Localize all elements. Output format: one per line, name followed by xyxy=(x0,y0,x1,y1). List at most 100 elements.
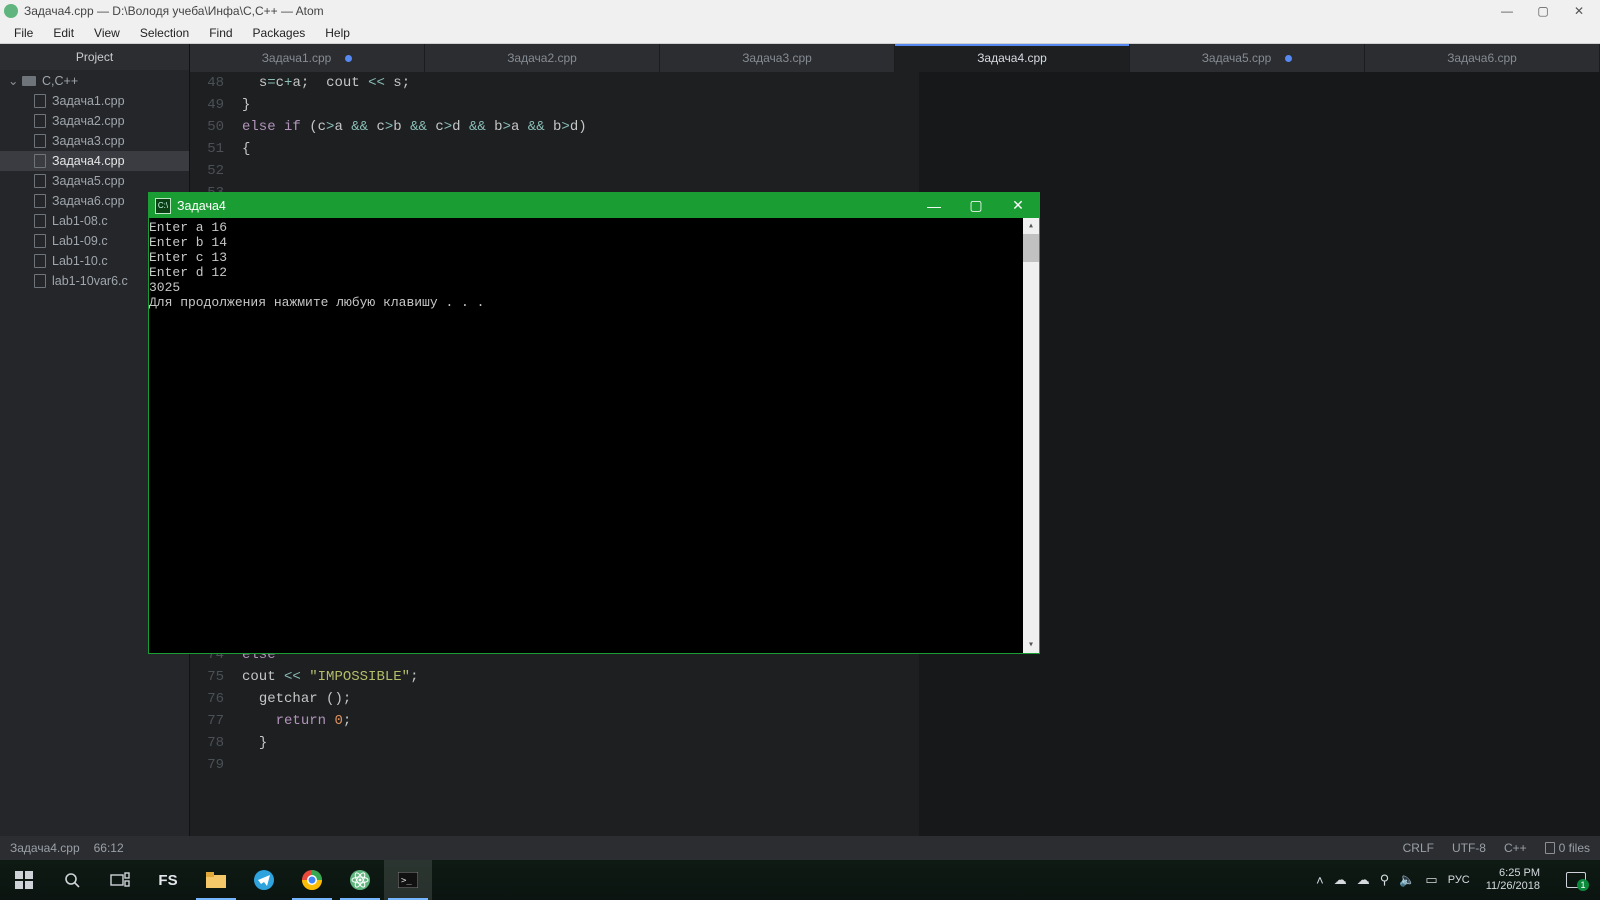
tree-file-label: Lab1-10.c xyxy=(52,254,108,268)
console-output[interactable]: Enter a 16 Enter b 14 Enter c 13 Enter d… xyxy=(149,218,1023,653)
taskbar-app-cmd[interactable]: >_ xyxy=(384,860,432,900)
taskview-button[interactable] xyxy=(96,860,144,900)
code-line xyxy=(242,754,1600,776)
scroll-thumb[interactable] xyxy=(1023,234,1039,262)
menu-selection[interactable]: Selection xyxy=(130,24,199,42)
tray-battery-icon[interactable]: ▭ xyxy=(1425,872,1437,888)
menu-file[interactable]: File xyxy=(4,24,43,42)
line-number: 76 xyxy=(190,688,224,710)
atom-logo-icon xyxy=(4,4,18,18)
code-line: getchar (); xyxy=(242,688,1600,710)
file-icon xyxy=(34,194,46,208)
code-line: } xyxy=(242,732,1600,754)
tray-chevron-up-icon[interactable]: ˄ xyxy=(1316,873,1324,888)
tray-onedrive-icon[interactable]: ☁ xyxy=(1357,872,1370,888)
tree-file-label: Задача1.cpp xyxy=(52,94,125,108)
console-titlebar[interactable]: C:\ Задача4 — ▢ ✕ xyxy=(149,193,1039,218)
close-button[interactable]: ✕ xyxy=(1570,4,1588,18)
tab[interactable]: Задача2.cpp xyxy=(425,44,660,72)
status-lang[interactable]: C++ xyxy=(1504,841,1527,855)
tab[interactable]: Задача6.cpp xyxy=(1365,44,1600,72)
file-icon xyxy=(34,254,46,268)
tree-file[interactable]: Задача4.cpp xyxy=(0,151,189,171)
taskbar-app-telegram[interactable] xyxy=(240,860,288,900)
tab[interactable]: Задача5.cpp xyxy=(1130,44,1365,72)
tray-cloud-icon[interactable]: ☁ xyxy=(1334,872,1347,888)
console-close-button[interactable]: ✕ xyxy=(997,193,1039,218)
scroll-down-icon[interactable]: ▾ xyxy=(1023,637,1039,653)
taskbar-app-chrome[interactable] xyxy=(288,860,336,900)
tray-notifications[interactable]: 1 xyxy=(1556,860,1596,900)
tab-label: Задача3.cpp xyxy=(742,51,812,65)
code-line: s=c+a; cout << s; xyxy=(242,72,1600,94)
tree-folder-label: C,C++ xyxy=(42,74,78,88)
scroll-up-icon[interactable]: ▴ xyxy=(1023,218,1039,234)
file-icon xyxy=(34,114,46,128)
line-number: 79 xyxy=(190,754,224,776)
file-icon xyxy=(34,234,46,248)
tree-file[interactable]: Задача2.cpp xyxy=(0,111,189,131)
statusbar: Задача4.cpp 66:12 CRLF UTF-8 C++ 0 files xyxy=(0,836,1600,860)
tray-time: 6:25 PM xyxy=(1486,867,1540,880)
tray-lang[interactable]: РУС xyxy=(1448,874,1470,886)
console-window: C:\ Задача4 — ▢ ✕ Enter a 16 Enter b 14 … xyxy=(149,193,1039,653)
tab[interactable]: Задача3.cpp xyxy=(660,44,895,72)
taskbar: FS >_ ˄ ☁ ☁ ⚲ 🔈 ▭ РУС 6:25 PM 11/26/2018… xyxy=(0,860,1600,900)
file-icon xyxy=(34,214,46,228)
status-files[interactable]: 0 files xyxy=(1545,841,1590,855)
console-minimize-button[interactable]: — xyxy=(913,193,955,218)
line-number: 50 xyxy=(190,116,224,138)
tab-label: Задача4.cpp xyxy=(977,51,1047,65)
status-file[interactable]: Задача4.cpp xyxy=(10,841,80,855)
console-maximize-button[interactable]: ▢ xyxy=(955,193,997,218)
tab-label: Задача6.cpp xyxy=(1447,51,1517,65)
tab[interactable]: Задача4.cpp xyxy=(895,44,1130,72)
line-number: 52 xyxy=(190,160,224,182)
start-button[interactable] xyxy=(0,860,48,900)
status-eol[interactable]: CRLF xyxy=(1403,841,1434,855)
tab[interactable]: Задача1.cpp xyxy=(190,44,425,72)
file-icon xyxy=(34,154,46,168)
file-icon xyxy=(34,174,46,188)
tray-wifi-icon[interactable]: ⚲ xyxy=(1380,872,1390,888)
tree-file-label: Lab1-09.c xyxy=(52,234,108,248)
code-line: return 0; xyxy=(242,710,1600,732)
menu-view[interactable]: View xyxy=(84,24,130,42)
menu-find[interactable]: Find xyxy=(199,24,242,42)
menu-packages[interactable]: Packages xyxy=(243,24,316,42)
code-line: else if (c>a && c>b && c>d && b>a && b>d… xyxy=(242,116,1600,138)
search-button[interactable] xyxy=(48,860,96,900)
maximize-button[interactable]: ▢ xyxy=(1534,4,1552,18)
taskbar-app-atom[interactable] xyxy=(336,860,384,900)
tray-clock[interactable]: 6:25 PM 11/26/2018 xyxy=(1480,867,1546,893)
status-enc[interactable]: UTF-8 xyxy=(1452,841,1486,855)
tray-volume-icon[interactable]: 🔈 xyxy=(1399,872,1415,888)
svg-text:>_: >_ xyxy=(401,876,412,886)
tree-file-label: Задача3.cpp xyxy=(52,134,125,148)
tree-file-label: lab1-10var6.c xyxy=(52,274,128,288)
code-line: } xyxy=(242,94,1600,116)
file-icon xyxy=(1545,842,1555,854)
menu-help[interactable]: Help xyxy=(315,24,360,42)
minimize-button[interactable]: — xyxy=(1498,4,1516,18)
status-files-label: 0 files xyxy=(1559,841,1590,855)
window-title: Задача4.cpp — D:\Володя учеба\Инфа\C,C++… xyxy=(24,4,324,18)
taskbar-app-fs[interactable]: FS xyxy=(144,860,192,900)
code-line: { xyxy=(242,138,1600,160)
menu-edit[interactable]: Edit xyxy=(43,24,84,42)
tree-file-label: Lab1-08.c xyxy=(52,214,108,228)
tab-label: Задача1.cpp xyxy=(262,51,332,65)
code-line xyxy=(242,160,1600,182)
tree-file[interactable]: Задача5.cpp xyxy=(0,171,189,191)
status-pos[interactable]: 66:12 xyxy=(94,841,124,855)
folder-icon xyxy=(22,76,36,86)
tree-file-label: Задача4.cpp xyxy=(52,154,125,168)
console-scrollbar[interactable]: ▴ ▾ xyxy=(1023,218,1039,653)
tree-folder[interactable]: ⌄ C,C++ xyxy=(0,70,189,91)
tree-file[interactable]: Задача1.cpp xyxy=(0,91,189,111)
chevron-down-icon: ⌄ xyxy=(8,73,16,88)
line-number: 48 xyxy=(190,72,224,94)
notification-count: 1 xyxy=(1577,879,1589,891)
tree-file[interactable]: Задача3.cpp xyxy=(0,131,189,151)
taskbar-app-explorer[interactable] xyxy=(192,860,240,900)
